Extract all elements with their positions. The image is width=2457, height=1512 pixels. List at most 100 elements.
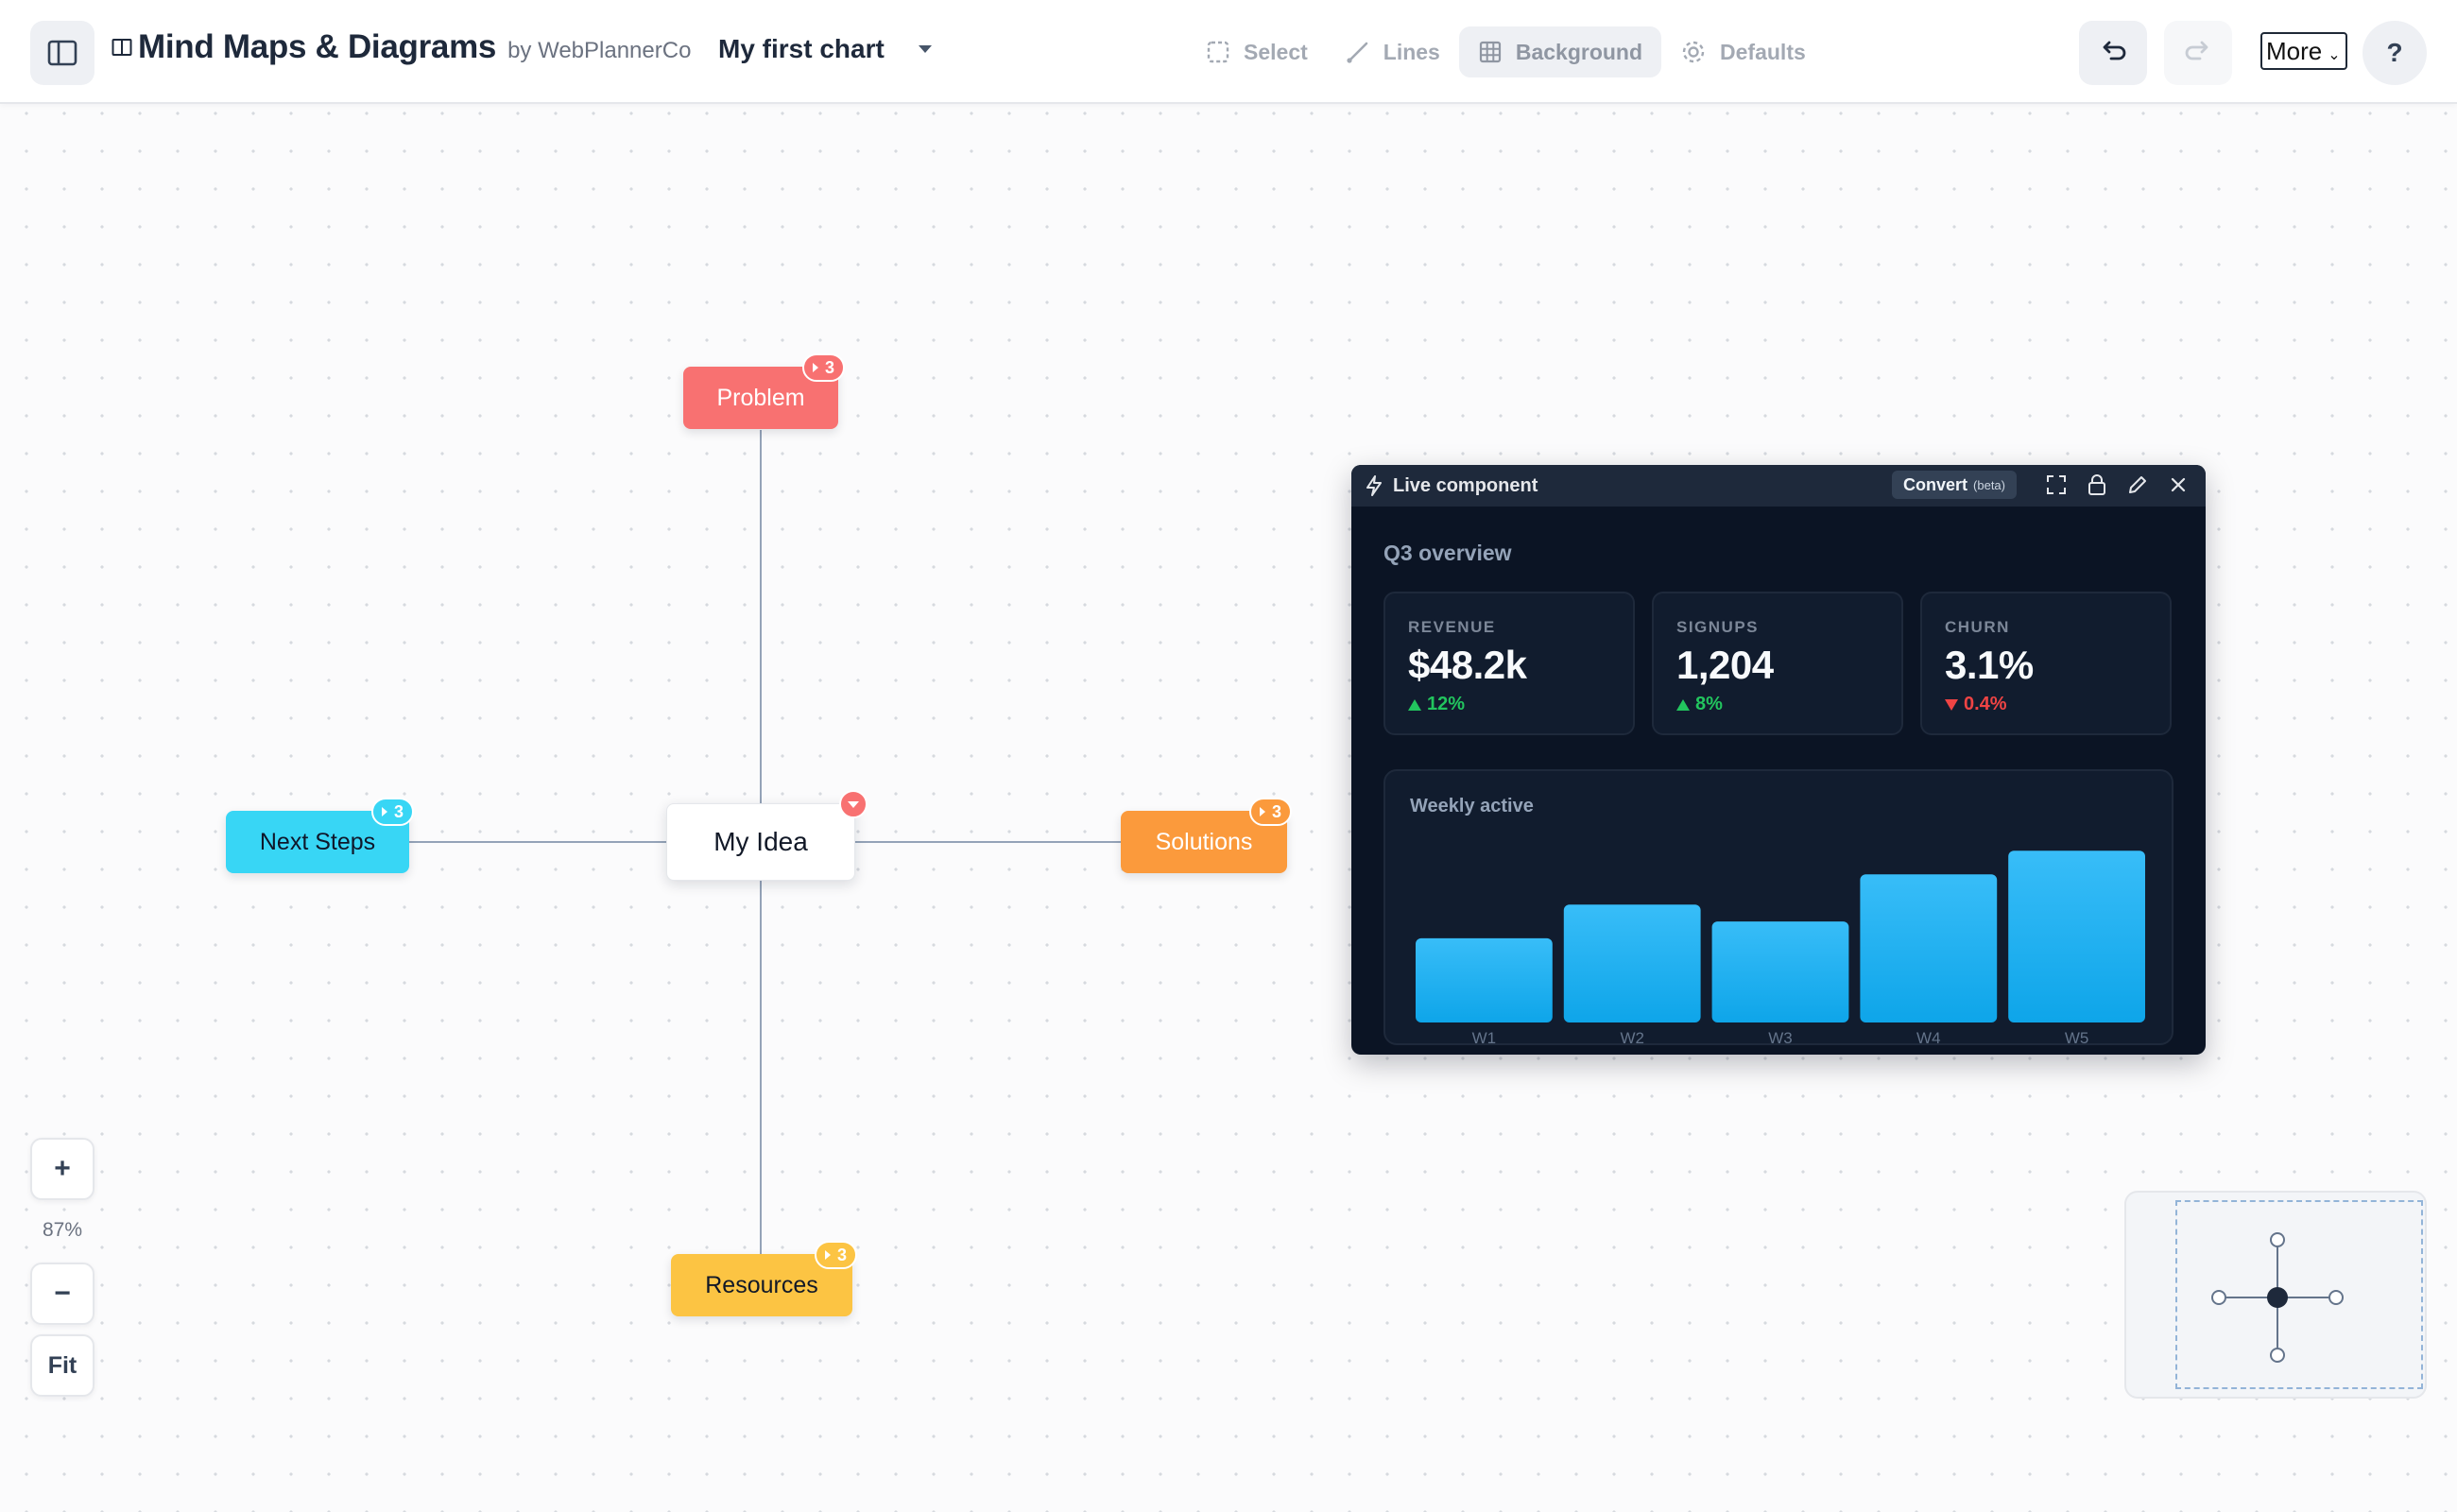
chevron-down-icon [848,800,859,808]
app-vendor: by WebPlannerCo [507,38,692,63]
expand-arrow-icon [825,1250,831,1260]
help-button[interactable]: ? [2362,21,2427,85]
fit-label: Fit [47,1351,77,1379]
defaults-tool-label: Defaults [1720,39,1806,64]
document-title: My first chart [718,34,885,63]
child-count-badge[interactable]: 3 [815,1241,858,1269]
grid-icon [1479,41,1501,63]
app-title: Mind Maps & Diagrams [138,28,497,65]
node-problem-label: Problem [716,384,805,411]
brand: Mind Maps & Diagrams by WebPlannerCo [112,28,691,66]
edge-solutions [855,841,1122,843]
convert-label: Convert [1903,474,1968,494]
more-label: More [2266,36,2323,65]
chevron-down-icon: ⌄ [2328,47,2341,63]
undo-button[interactable] [2079,21,2147,85]
kpi-value: $48.2k [1408,643,1527,687]
gear-icon [1682,41,1705,63]
convert-button[interactable]: Convert (beta) [1892,471,2017,499]
edge-resources [760,879,762,1257]
collapse-toggle[interactable] [839,790,868,818]
close-icon [2171,477,2186,492]
select-tool-label: Select [1244,39,1308,64]
weekly-active-chart-card: Weekly active W1 W2 W3 W4 W5 [1383,769,2174,1045]
defaults-tool-button[interactable]: Defaults [1661,26,1825,77]
lines-tool-button[interactable]: Lines [1327,26,1459,77]
lock-icon [2088,474,2105,495]
child-count: 3 [825,357,835,377]
book-icon [112,39,132,56]
sidebar-toggle-button[interactable] [30,21,94,85]
child-count-badge[interactable]: 3 [802,353,846,382]
bar-w1 [1416,937,1553,1022]
live-component-panel[interactable]: Live component Convert (beta) Q3 overvie… [1351,465,2206,1055]
sidebar-icon [47,40,77,66]
node-center-label: My Idea [713,827,808,856]
child-count-badge[interactable]: 3 [1249,798,1293,826]
trend-down-icon [1945,698,1958,711]
kpi-card-signups: SIGNUPS 1,204 8% [1652,592,1903,735]
live-component-title: Live component [1365,474,1538,497]
background-tool-button[interactable]: Background [1458,26,1662,77]
child-count: 3 [394,801,404,821]
expand-arrow-icon [813,363,818,372]
x-tick-label: W5 [2065,1029,2089,1045]
select-icon [1207,41,1229,63]
kpi-delta-value: 0.4% [1964,694,2007,714]
lines-icon [1347,42,1368,63]
kpi-card-churn: CHURN 3.1% 0.4% [1920,592,2172,735]
edge-next-steps [409,841,666,843]
pencil-icon [2129,476,2146,493]
x-tick-label: W3 [1768,1029,1793,1045]
top-bar: Mind Maps & Diagrams by WebPlannerCo My … [0,0,2457,104]
help-label: ? [2386,38,2403,67]
chevron-down-icon [918,45,932,53]
bar-w4 [1860,874,1998,1022]
background-tool-label: Background [1515,39,1643,64]
kpi-delta-value: 12% [1427,694,1466,714]
lock-button[interactable] [2083,471,2111,499]
zoom-out-button[interactable]: − [30,1263,94,1325]
kpi-card-revenue: REVENUE $48.2k 12% [1383,592,1635,735]
x-tick-label: W4 [1916,1029,1941,1045]
more-menu-button[interactable]: More ⌄ [2260,32,2347,70]
document-title-dropdown[interactable]: My first chart [718,34,932,64]
redo-button[interactable] [2164,21,2232,85]
kpi-delta: 12% [1408,694,1465,715]
toolbar: Select Lines Background Defaults [1187,26,1825,77]
minimap-preview [2211,1232,2344,1363]
bar-w5 [2008,850,2145,1022]
expand-arrow-icon [1260,807,1265,816]
kpi-label: REVENUE [1408,618,1496,636]
expand-icon [2047,475,2066,494]
lines-tool-label: Lines [1383,39,1440,64]
node-solutions-label: Solutions [1155,828,1253,855]
zoom-in-button[interactable]: + [30,1138,94,1200]
kpi-delta-value: 8% [1695,694,1723,714]
node-center[interactable]: My Idea [666,803,855,881]
child-count: 3 [837,1245,848,1264]
kpi-label: SIGNUPS [1676,618,1760,636]
x-tick-label: W1 [1472,1029,1497,1045]
kpi-value: 1,204 [1676,643,1774,687]
close-button[interactable] [2164,471,2192,499]
child-count-badge[interactable]: 3 [371,798,415,826]
redo-icon [2185,41,2208,60]
weekly-active-bar-chart: W1 W2 W3 W4 W5 [1416,850,2145,1045]
select-tool-button[interactable]: Select [1187,26,1327,77]
fit-button[interactable]: Fit [30,1334,94,1397]
node-next-steps-label: Next Steps [259,828,376,855]
plus-icon: + [54,1153,71,1184]
minimap[interactable] [2124,1191,2427,1399]
expand-button[interactable] [2042,471,2070,499]
live-component-title-text: Live component [1393,474,1538,496]
edit-button[interactable] [2123,471,2152,499]
beta-label: (beta) [1973,477,2005,492]
kpi-label: CHURN [1945,618,2010,636]
x-tick-label: W2 [1620,1029,1644,1045]
child-count: 3 [1272,801,1282,821]
kpi-delta: 0.4% [1945,694,2007,715]
bar-w2 [1563,904,1701,1022]
live-component-actions: Convert (beta) [1892,471,2192,499]
node-resources-label: Resources [705,1271,818,1298]
